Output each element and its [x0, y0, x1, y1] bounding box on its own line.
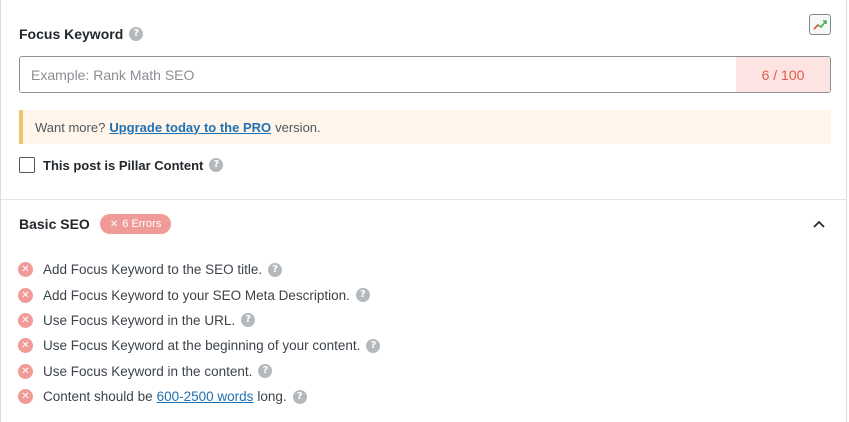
check-item: ✕ Content should be 600-2500 words long.… [18, 384, 380, 409]
notice-suffix: version. [275, 119, 321, 135]
check-text: Use Focus Keyword in the URL. [43, 312, 236, 328]
general-section: Focus Keyword ? 6 / 100 Want more? Upgra… [1, 0, 846, 200]
x-circle-icon: ✕ [18, 312, 33, 328]
trends-button[interactable] [809, 14, 831, 35]
focus-keyword-field: 6 / 100 [19, 56, 831, 93]
help-icon[interactable]: ? [268, 262, 283, 277]
upgrade-notice: Want more? Upgrade today to the PRO vers… [19, 110, 831, 144]
upgrade-link[interactable]: Upgrade today to the PRO [109, 120, 271, 135]
check-item: ✕ Add Focus Keyword to the SEO title. ? [18, 257, 380, 282]
pillar-content-label[interactable]: This post is Pillar Content [43, 158, 203, 173]
collapse-button[interactable] [811, 216, 827, 232]
notice-prefix: Want more? [35, 119, 106, 135]
check-text-suffix: long. [257, 389, 287, 405]
pillar-content-checkbox[interactable] [19, 157, 35, 173]
help-icon[interactable]: ? [129, 27, 144, 41]
check-text: Add Focus Keyword to the SEO title. [43, 262, 263, 278]
rank-math-panel: Focus Keyword ? 6 / 100 Want more? Upgra… [0, 0, 847, 422]
focus-keyword-title: Focus Keyword [19, 26, 124, 42]
check-text: Use Focus Keyword in the content. [43, 363, 253, 379]
basic-seo-section: Basic SEO ✕ 6 Errors ✕ Add Focus Keyword… [1, 200, 846, 422]
focus-keyword-input[interactable] [20, 57, 736, 92]
basic-seo-title: Basic SEO [19, 216, 90, 232]
x-circle-icon: ✕ [18, 287, 33, 303]
x-circle-icon: ✕ [18, 389, 33, 405]
check-item: ✕ Use Focus Keyword in the content. ? [18, 359, 380, 384]
help-icon[interactable]: ? [241, 313, 256, 328]
pillar-content-option: This post is Pillar Content ? [19, 157, 224, 173]
basic-seo-checks: ✕ Add Focus Keyword to the SEO title. ? … [18, 257, 381, 409]
word-count-link[interactable]: 600-2500 words [157, 389, 254, 404]
check-item: ✕ Add Focus Keyword to your SEO Meta Des… [18, 282, 380, 307]
focus-keyword-label: Focus Keyword ? [19, 26, 144, 42]
errors-badge-label: 6 Errors [122, 218, 162, 230]
x-icon: ✕ [109, 218, 119, 230]
check-item: ✕ Use Focus Keyword at the beginning of … [18, 333, 381, 358]
trending-chart-icon [813, 19, 827, 30]
check-text: Use Focus Keyword at the beginning of yo… [43, 338, 361, 354]
keyword-count-badge: 6 / 100 [736, 57, 830, 92]
x-circle-icon: ✕ [18, 363, 33, 379]
check-item: ✕ Use Focus Keyword in the URL. ? [18, 308, 380, 333]
help-icon[interactable]: ? [209, 158, 224, 172]
help-icon[interactable]: ? [292, 389, 307, 404]
x-circle-icon: ✕ [18, 338, 33, 354]
help-icon[interactable]: ? [258, 364, 273, 379]
check-text: Add Focus Keyword to your SEO Meta Descr… [43, 287, 350, 303]
basic-seo-header[interactable]: Basic SEO ✕ 6 Errors [19, 214, 172, 234]
help-icon[interactable]: ? [355, 288, 370, 303]
chevron-up-icon [813, 220, 825, 228]
check-text-prefix: Content should be [43, 389, 153, 405]
x-circle-icon: ✕ [18, 262, 33, 278]
errors-badge: ✕ 6 Errors [99, 214, 172, 234]
help-icon[interactable]: ? [366, 338, 381, 353]
